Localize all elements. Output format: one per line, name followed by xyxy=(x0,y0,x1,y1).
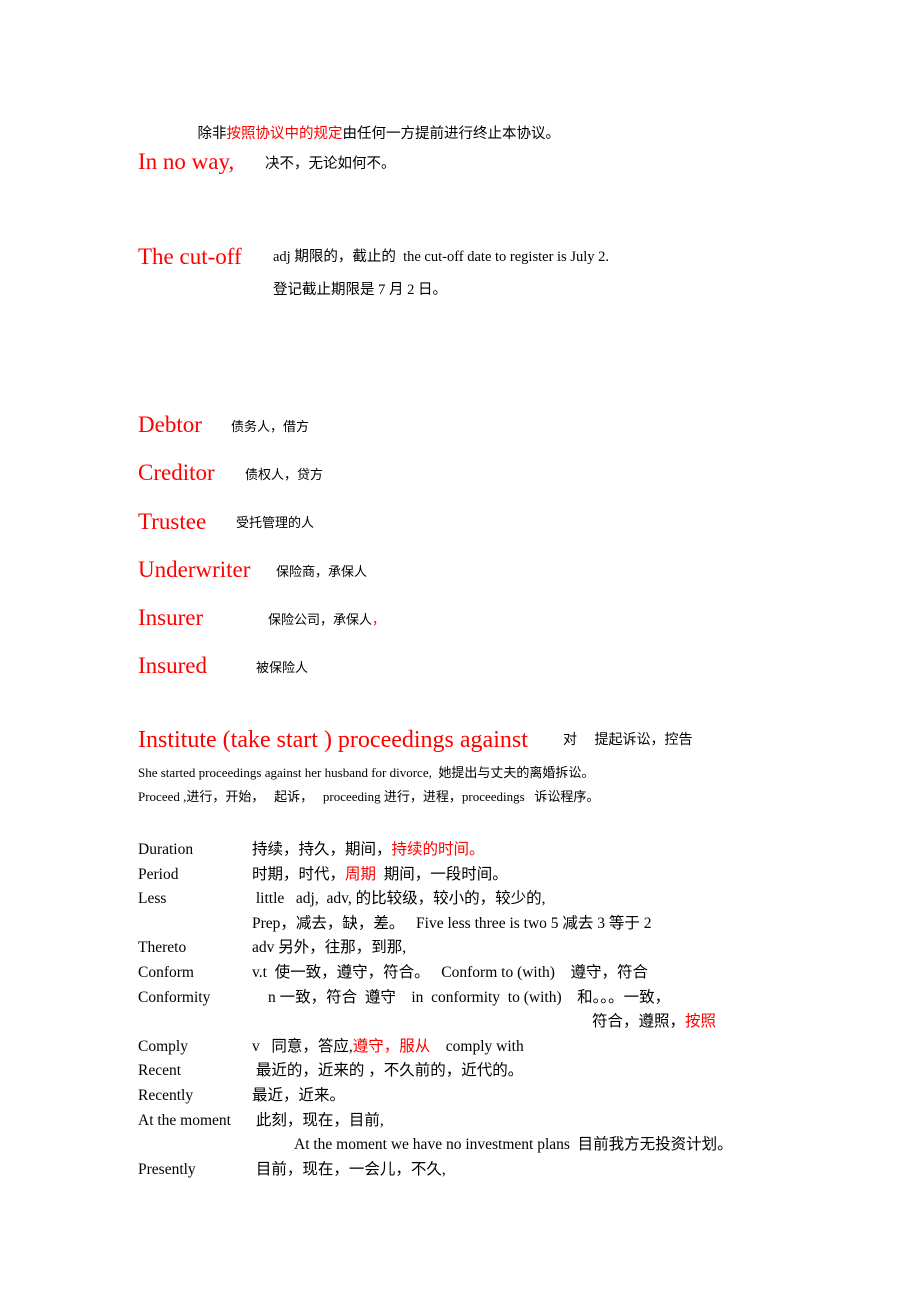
vocab-def-seg: 符合，遵照， xyxy=(592,1013,686,1031)
vocab-def-seg: At the moment we have no investment plan… xyxy=(294,1136,733,1154)
vocab-term: Comply xyxy=(138,1037,188,1055)
entry-headword-insurer: Insurer xyxy=(138,605,204,630)
entry-headword-in-no-way: In no way, xyxy=(138,149,235,174)
vocab-term: Recent xyxy=(138,1062,182,1080)
vocab-term: Less xyxy=(138,890,167,908)
vocab-term: Period xyxy=(138,865,179,883)
entry-gloss-institute-proceedings: 对 提起诉讼，控告 xyxy=(563,733,693,748)
entry-gloss-underwriter: 保险商，承保人 xyxy=(276,564,368,579)
table-row: Less little adj, adv, 的比较级，较小的，较少的, xyxy=(138,887,733,912)
entry-gloss-trustee: 受托管理的人 xyxy=(236,515,315,530)
table-row: Recently 最近，近来。 xyxy=(138,1084,733,1109)
entry-headword-insured: Insured xyxy=(138,653,207,678)
table-row: Conform v.t 使一致，遵守，符合。 Conform to (with) … xyxy=(138,961,733,986)
entry-gloss-debtor: 债务人，借方 xyxy=(231,419,310,434)
intro-part1: 除非 xyxy=(197,125,227,142)
entry-gloss-creditor: 债权人，贷方 xyxy=(245,467,324,482)
vocab-def-seg: Prep，减去，缺，差。 Five less three is two 5 减去… xyxy=(252,914,652,932)
table-row: Presently 目前，现在，一会儿，不久, xyxy=(138,1158,733,1183)
vocab-def-seg-highlight: 持续的时间。 xyxy=(391,841,485,858)
entry-headword-the-cut-off: The cut-off xyxy=(138,244,242,269)
vocab-term: Recently xyxy=(138,1086,194,1104)
vocab-term: Conformity xyxy=(138,988,211,1006)
table-row: At the moment 此刻，现在，目前, xyxy=(138,1109,733,1134)
vocab-def-seg: 目前，现在，一会儿，不久, xyxy=(252,1160,446,1178)
vocab-def-seg-highlight: 周期 xyxy=(345,865,377,883)
vocab-def-seg: v 同意，答应, xyxy=(252,1037,353,1055)
vocab-def-seg: 期间，一段时间。 xyxy=(376,865,508,883)
vocab-def-seg: n 一致，符合 遵守 in conformity to (with) 和。。。一… xyxy=(268,988,671,1006)
intro-line: 除非按照协议中的规定由任何一方提前进行终止本协议。 xyxy=(183,112,561,156)
institute-example-sentence: She started proceedings against her husb… xyxy=(138,765,595,780)
vocab-table: Duration 持续，持久，期间，持续的时间。 Period 时期，时代，周期 期… xyxy=(138,838,733,1182)
vocab-def-seg-highlight: 按照 xyxy=(685,1013,717,1031)
vocab-def-seg: 持续，持久，期间， xyxy=(252,841,392,858)
table-row: Recent 最近的，近来的 ，不久前的，近代的。 xyxy=(138,1059,733,1084)
document-page: 除非按照协议中的规定由任何一方提前进行终止本协议。 In no way, 决不，… xyxy=(0,0,920,1302)
entry-definition-cut-off-line1: adj 期限的，截止的 the cut-off date to register… xyxy=(273,249,609,265)
vocab-term: Presently xyxy=(138,1160,196,1178)
vocab-term: At the moment xyxy=(138,1111,231,1129)
entry-headword-institute-proceedings: Institute (take start ) proceedings agai… xyxy=(138,727,528,753)
vocab-term: Thereto xyxy=(138,939,187,957)
vocab-term: Conform xyxy=(138,963,194,981)
table-row-continuation: Prep，减去，缺，差。 Five less three is two 5 减去… xyxy=(138,912,733,937)
vocab-def-seg: 最近，近来。 xyxy=(252,1086,346,1104)
vocab-term: Duration xyxy=(138,841,194,858)
entry-gloss-insurer-comma: ， xyxy=(372,612,386,627)
entry-headword-underwriter: Underwriter xyxy=(138,557,251,582)
institute-related-forms: Proceed ,进行，开始， 起诉， proceeding 进行，进程，pro… xyxy=(138,789,600,804)
vocab-def-seg: 最近的，近来的 ，不久前的，近代的。 xyxy=(252,1062,524,1080)
intro-part3: 由任何一方提前进行终止本协议。 xyxy=(342,125,561,142)
entry-gloss-insurer: 保险公司，承保人， xyxy=(268,613,385,626)
table-row-continuation: 符合，遵照，按照 xyxy=(138,1010,733,1035)
table-row: Comply v 同意，答应,遵守，服从 comply with xyxy=(138,1035,733,1060)
vocab-def-seg: adv 另外，往那，到那, xyxy=(252,939,407,957)
table-row: Thereto adv 另外，往那，到那, xyxy=(138,936,733,961)
entry-headword-debtor: Debtor xyxy=(138,412,202,437)
vocab-def-seg: v.t 使一致，遵守，符合。 Conform to (with) 遵守，符合 xyxy=(252,963,648,981)
table-row: Duration 持续，持久，期间，持续的时间。 xyxy=(138,838,733,863)
entry-gloss-in-no-way: 决不，无论如何不。 xyxy=(265,156,396,172)
table-row-continuation: At the moment we have no investment plan… xyxy=(138,1133,733,1158)
vocab-def-seg: 时期，时代， xyxy=(252,865,346,883)
entry-gloss-insurer-text: 保险公司，承保人 xyxy=(268,612,373,627)
vocab-def-seg-highlight: 遵守，服从 xyxy=(352,1037,431,1055)
vocab-def-seg: comply with xyxy=(430,1037,524,1055)
vocab-def-seg: little adj, adv, 的比较级，较小的，较少的, xyxy=(252,890,546,908)
entry-gloss-insured: 被保险人 xyxy=(256,660,309,675)
intro-part2-highlight: 按照协议中的规定 xyxy=(226,125,343,142)
entry-headword-trustee: Trustee xyxy=(138,509,207,534)
table-row: Period 时期，时代，周期 期间，一段时间。 xyxy=(138,863,733,888)
entry-definition-cut-off-line2: 登记截止期限是 7 月 2 日。 xyxy=(273,282,447,298)
table-row: Conformity n 一致，符合 遵守 in conformity to (w… xyxy=(138,986,733,1011)
vocab-def-seg: 此刻，现在，目前, xyxy=(252,1111,384,1129)
entry-headword-creditor: Creditor xyxy=(138,460,215,485)
